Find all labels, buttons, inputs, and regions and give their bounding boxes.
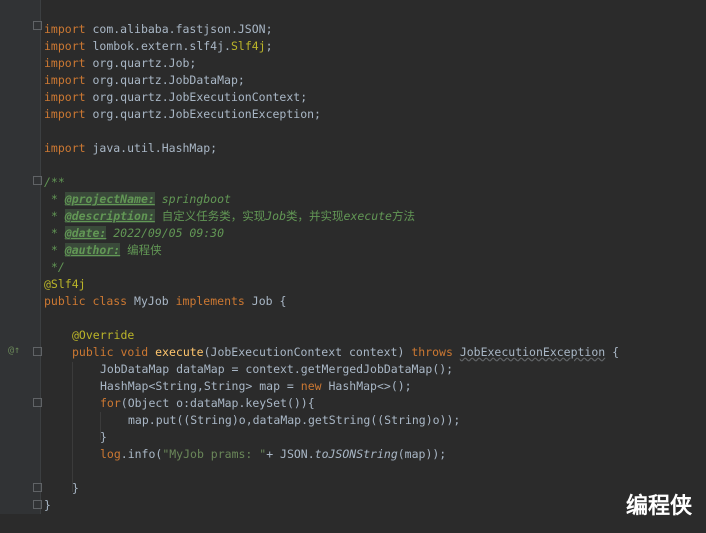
doc-comment-line: * @author: 编程侠	[44, 242, 162, 259]
doc-tag: @date:	[64, 226, 107, 240]
doc-comment-start: /**	[44, 175, 65, 189]
keyword-throws: throws	[411, 345, 453, 359]
brace-close: }	[72, 481, 79, 495]
doc-tag: @projectName:	[64, 192, 155, 206]
import-annotation-class: Slf4j	[230, 39, 266, 53]
doc-tag-value: 自定义任务类，实现	[161, 209, 266, 223]
keyword-import: import	[44, 107, 86, 121]
code-line: import org.quartz.JobExecutionException;	[44, 106, 321, 123]
semicolon: ;	[265, 39, 273, 53]
exception-type: JobExecutionException	[459, 345, 606, 359]
annotation-override: @Override	[72, 328, 135, 342]
code-line: import org.quartz.Job;	[44, 55, 196, 72]
json-call: + JSON.	[266, 447, 315, 461]
code-line: JobDataMap dataMap = context.getMergedJo…	[100, 362, 454, 376]
call-args: (map));	[397, 447, 447, 461]
import-path: java.util.HashMap;	[92, 141, 218, 155]
import-path: org.quartz.JobExecutionContext;	[92, 90, 308, 104]
log-call: .info(	[120, 447, 163, 461]
keyword-import: import	[44, 90, 86, 104]
doc-tag-value: springboot	[154, 192, 231, 206]
interface-name: Job {	[251, 294, 287, 308]
string-literal: "MyJob prams: "	[162, 447, 267, 461]
keyword-public: public	[44, 294, 86, 308]
doc-tag-value: execute	[343, 209, 392, 223]
code-line: HashMap<String,String> map = new HashMap…	[100, 378, 412, 395]
comment-space	[155, 209, 162, 223]
code-line: map.put((String)o,dataMap.getString((Str…	[128, 413, 461, 427]
class-name: MyJob	[134, 294, 169, 308]
keyword-void: void	[120, 345, 149, 359]
keyword-import: import	[44, 73, 86, 87]
code-editor[interactable]: import com.alibaba.fastjson.JSON; import…	[0, 0, 706, 533]
comment-prefix: *	[44, 192, 65, 206]
editor-bottom-strip	[0, 514, 706, 533]
brace-open: {	[605, 345, 620, 359]
for-loop: for(Object o:dataMap.keySet()){	[100, 395, 315, 412]
keyword-import: import	[44, 39, 86, 53]
keyword-import: import	[44, 22, 86, 36]
import-path: lombok.extern.slf4j.	[92, 39, 231, 53]
loop-header: (Object o:dataMap.keySet()){	[120, 396, 315, 410]
comment-prefix: *	[44, 243, 65, 257]
import-path: org.quartz.JobExecutionException;	[92, 107, 321, 121]
doc-tag-value: 2022/09/05 09:30	[106, 226, 225, 240]
variable-decl: HashMap<String,String> map =	[100, 379, 301, 393]
code-line: import org.quartz.JobDataMap;	[44, 72, 245, 89]
log-field: log	[100, 447, 121, 461]
keyword-public: public	[72, 345, 114, 359]
constructor-call: HashMap<>();	[321, 379, 412, 393]
doc-tag: @description:	[64, 209, 155, 223]
class-declaration: public class MyJob implements Job {	[44, 293, 286, 310]
import-path: org.quartz.JobDataMap;	[92, 73, 245, 87]
keyword-import: import	[44, 56, 86, 70]
log-statement: log.info("MyJob prams: "+ JSON.toJSONStr…	[100, 446, 446, 463]
doc-tag: @author:	[64, 243, 121, 257]
keyword-class: class	[92, 294, 128, 308]
keyword-import: import	[44, 141, 86, 155]
doc-comment-line: * @date: 2022/09/05 09:30	[44, 225, 224, 242]
method-params: (JobExecutionContext context)	[203, 345, 405, 359]
doc-comment-line: * @projectName: springboot	[44, 191, 231, 208]
import-path: org.quartz.Job;	[92, 56, 197, 70]
method-declaration: public void execute(JobExecutionContext …	[72, 344, 619, 361]
annotation-slf4j: @Slf4j	[44, 277, 86, 291]
static-method: toJSONString	[314, 447, 398, 461]
comment-prefix: *	[44, 209, 65, 223]
code-line: import lombok.extern.slf4j.Slf4j;	[44, 38, 273, 55]
code-line: import java.util.HashMap;	[44, 140, 217, 157]
brace-close: }	[100, 430, 107, 444]
import-path: com.alibaba.fastjson.JSON;	[92, 22, 273, 36]
watermark: 编程侠	[625, 494, 692, 519]
method-name: execute	[155, 345, 204, 359]
keyword-new: new	[300, 379, 322, 393]
comment-prefix: *	[44, 226, 65, 240]
doc-tag-value: Job	[265, 209, 287, 223]
code-line: import com.alibaba.fastjson.JSON;	[44, 21, 273, 38]
doc-tag-value: 类，并实现	[286, 209, 344, 223]
doc-comment-end: */	[44, 260, 65, 274]
doc-tag-value: 方法	[391, 209, 415, 223]
doc-tag-value: 编程侠	[127, 243, 162, 257]
doc-comment-line: * @description: 自定义任务类，实现Job类，并实现execute…	[44, 208, 415, 225]
code-line: import org.quartz.JobExecutionContext;	[44, 89, 307, 106]
brace-close: }	[44, 498, 51, 512]
keyword-implements: implements	[175, 294, 245, 308]
keyword-for: for	[100, 396, 121, 410]
